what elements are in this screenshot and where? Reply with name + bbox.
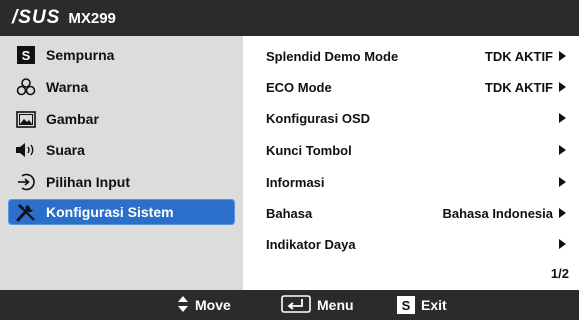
sidebar-item-suara[interactable]: Suara (8, 137, 235, 163)
setting-value: Bahasa Indonesia (442, 205, 553, 221)
image-icon (14, 109, 38, 129)
setting-label: Bahasa (266, 205, 313, 221)
arrow-right-icon (559, 51, 566, 61)
setting-value: TDK AKTIF (484, 79, 553, 95)
arrow-right-icon (559, 113, 566, 123)
setting-label: Informasi (266, 174, 325, 190)
setting-row-kunci-tombol[interactable]: Kunci Tombol (266, 139, 566, 161)
footer-bar: Move Menu S Exit (0, 290, 579, 320)
setting-label: ECO Mode (266, 79, 332, 95)
exit-hint: S Exit (397, 296, 447, 314)
move-hint: Move (177, 295, 231, 316)
sidebar-item-label: Suara (46, 142, 85, 158)
menu-label: Menu (317, 297, 354, 313)
sidebar-item-label: Pilihan Input (46, 174, 130, 190)
sidebar: S Sempurna Warna Gambar Suara Pilihan In… (0, 36, 245, 290)
up-down-arrows-icon (177, 295, 189, 316)
sidebar-item-label: Konfigurasi Sistem (46, 204, 174, 220)
color-icon (14, 77, 38, 97)
tools-icon (14, 202, 38, 222)
setting-label: Konfigurasi OSD (266, 110, 371, 126)
page-indicator: 1/2 (550, 266, 569, 281)
enter-icon (281, 294, 311, 316)
settings-panel: Splendid Demo Mode TDK AKTIF ECO Mode TD… (245, 36, 579, 290)
setting-row-indikator-daya[interactable]: Indikator Daya (266, 233, 566, 255)
setting-row-eco-mode[interactable]: ECO Mode TDK AKTIF (266, 76, 566, 98)
move-label: Move (195, 297, 231, 313)
sidebar-item-konfigurasi-sistem[interactable]: Konfigurasi Sistem (8, 199, 235, 225)
setting-row-informasi[interactable]: Informasi (266, 171, 566, 193)
sidebar-item-sempurna[interactable]: S Sempurna (8, 42, 235, 68)
sidebar-item-warna[interactable]: Warna (8, 74, 235, 100)
setting-row-konfigurasi-osd[interactable]: Konfigurasi OSD (266, 107, 566, 129)
sidebar-item-label: Sempurna (46, 47, 115, 63)
arrow-right-icon (559, 82, 566, 92)
sidebar-item-label: Gambar (46, 111, 99, 127)
svg-text:S: S (22, 48, 31, 63)
sidebar-item-gambar[interactable]: Gambar (8, 106, 235, 132)
speaker-icon (14, 140, 38, 160)
input-icon (14, 172, 38, 192)
arrow-right-icon (559, 177, 566, 187)
arrow-right-icon (559, 208, 566, 218)
splendid-s-icon: S (14, 45, 38, 65)
arrow-right-icon (559, 239, 566, 249)
setting-label: Splendid Demo Mode (266, 48, 399, 64)
osd-menu: /SUS MX299 S Sempurna Warna Gambar Suara… (0, 0, 579, 320)
brand-logo: /SUS (12, 7, 61, 28)
setting-row-splendid-demo-mode[interactable]: Splendid Demo Mode TDK AKTIF (266, 45, 566, 67)
exit-key-icon: S (397, 296, 415, 314)
sidebar-item-label: Warna (46, 79, 89, 95)
model-name: MX299 (68, 9, 116, 27)
menu-hint: Menu (281, 294, 354, 316)
arrow-right-icon (559, 145, 566, 155)
exit-label: Exit (421, 297, 447, 313)
setting-label: Kunci Tombol (266, 142, 352, 158)
setting-label: Indikator Daya (266, 236, 356, 252)
title-bar: /SUS MX299 (0, 0, 579, 36)
sidebar-item-pilihan-input[interactable]: Pilihan Input (8, 169, 235, 195)
setting-row-bahasa[interactable]: Bahasa Bahasa Indonesia (266, 202, 566, 224)
setting-value: TDK AKTIF (484, 48, 553, 64)
